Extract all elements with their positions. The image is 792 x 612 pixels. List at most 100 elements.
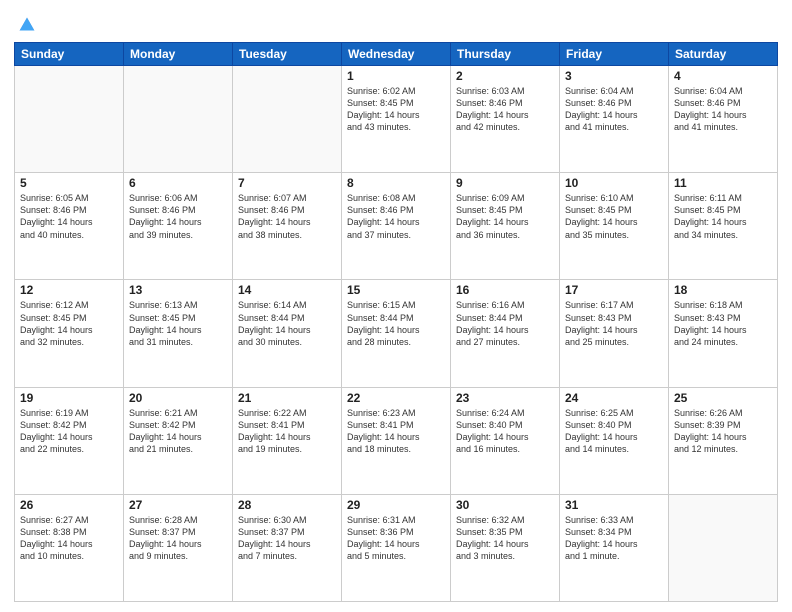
- day-number: 14: [238, 283, 336, 297]
- calendar-header-row: Sunday Monday Tuesday Wednesday Thursday…: [15, 43, 778, 66]
- table-row: [124, 66, 233, 173]
- col-saturday: Saturday: [669, 43, 778, 66]
- day-number: 7: [238, 176, 336, 190]
- table-row: 21Sunrise: 6:22 AM Sunset: 8:41 PM Dayli…: [233, 387, 342, 494]
- table-row: 7 Sunrise: 6:07 AM Sunset: 8:46 PM Daylig…: [233, 173, 342, 280]
- day-number: 3: [565, 69, 663, 83]
- day-number: 4: [674, 69, 772, 83]
- day-info: Sunrise: 6:19 AM Sunset: 8:42 PM Dayligh…: [20, 407, 118, 456]
- day-info: Sunrise: 6:30 AM Sunset: 8:37 PM Dayligh…: [238, 514, 336, 563]
- col-thursday: Thursday: [451, 43, 560, 66]
- table-row: 30 Sunrise: 6:32 AM Sunset: 8:35 PM Dayli…: [451, 494, 560, 601]
- table-row: 25 Sunrise: 6:26 AM Sunset: 8:39 PM Dayli…: [669, 387, 778, 494]
- calendar-week-row: 19 Sunrise: 6:19 AM Sunset: 8:42 PM Dayli…: [15, 387, 778, 494]
- day-number: 5: [20, 176, 118, 190]
- day-number: 26: [20, 498, 118, 512]
- day-info: Sunrise: 6:16 AM Sunset: 8:44 PM Dayligh…: [456, 299, 554, 348]
- day-info: Sunrise: 6:04 AM Sunset: 8:46 PM Dayligh…: [565, 85, 663, 134]
- day-info: Sunrise: 6:08 AM Sunset: 8:46 PM Dayligh…: [347, 192, 445, 241]
- table-row: 2 Sunrise: 6:03 AM Sunset: 8:46 PM Daylig…: [451, 66, 560, 173]
- col-wednesday: Wednesday: [342, 43, 451, 66]
- day-info: Sunrise: 6:15 AM Sunset: 8:44 PM Dayligh…: [347, 299, 445, 348]
- logo: [14, 14, 38, 36]
- day-number: 17: [565, 283, 663, 297]
- table-row: 4Sunrise: 6:04 AM Sunset: 8:46 PM Daylig…: [669, 66, 778, 173]
- header: [14, 10, 778, 36]
- calendar-table: Sunday Monday Tuesday Wednesday Thursday…: [14, 42, 778, 602]
- day-number: 6: [129, 176, 227, 190]
- day-info: Sunrise: 6:25 AM Sunset: 8:40 PM Dayligh…: [565, 407, 663, 456]
- table-row: 8 Sunrise: 6:08 AM Sunset: 8:46 PM Daylig…: [342, 173, 451, 280]
- day-number: 31: [565, 498, 663, 512]
- col-sunday: Sunday: [15, 43, 124, 66]
- day-number: 28: [238, 498, 336, 512]
- table-row: 26 Sunrise: 6:27 AM Sunset: 8:38 PM Dayli…: [15, 494, 124, 601]
- table-row: 5Sunrise: 6:05 AM Sunset: 8:46 PM Daylig…: [15, 173, 124, 280]
- table-row: 1Sunrise: 6:02 AM Sunset: 8:45 PM Daylig…: [342, 66, 451, 173]
- day-number: 16: [456, 283, 554, 297]
- day-number: 18: [674, 283, 772, 297]
- table-row: [233, 66, 342, 173]
- logo-icon: [16, 14, 38, 36]
- table-row: 3 Sunrise: 6:04 AM Sunset: 8:46 PM Daylig…: [560, 66, 669, 173]
- table-row: 18 Sunrise: 6:18 AM Sunset: 8:43 PM Dayli…: [669, 280, 778, 387]
- day-info: Sunrise: 6:17 AM Sunset: 8:43 PM Dayligh…: [565, 299, 663, 348]
- col-friday: Friday: [560, 43, 669, 66]
- day-number: 15: [347, 283, 445, 297]
- table-row: 6 Sunrise: 6:06 AM Sunset: 8:46 PM Daylig…: [124, 173, 233, 280]
- calendar-week-row: 1Sunrise: 6:02 AM Sunset: 8:45 PM Daylig…: [15, 66, 778, 173]
- day-number: 23: [456, 391, 554, 405]
- day-info: Sunrise: 6:07 AM Sunset: 8:46 PM Dayligh…: [238, 192, 336, 241]
- day-number: 12: [20, 283, 118, 297]
- day-info: Sunrise: 6:06 AM Sunset: 8:46 PM Dayligh…: [129, 192, 227, 241]
- day-info: Sunrise: 6:09 AM Sunset: 8:45 PM Dayligh…: [456, 192, 554, 241]
- calendar-week-row: 12 Sunrise: 6:12 AM Sunset: 8:45 PM Dayli…: [15, 280, 778, 387]
- day-info: Sunrise: 6:23 AM Sunset: 8:41 PM Dayligh…: [347, 407, 445, 456]
- day-number: 8: [347, 176, 445, 190]
- day-info: Sunrise: 6:28 AM Sunset: 8:37 PM Dayligh…: [129, 514, 227, 563]
- day-info: Sunrise: 6:27 AM Sunset: 8:38 PM Dayligh…: [20, 514, 118, 563]
- day-info: Sunrise: 6:02 AM Sunset: 8:45 PM Dayligh…: [347, 85, 445, 134]
- day-number: 22: [347, 391, 445, 405]
- day-info: Sunrise: 6:22 AM Sunset: 8:41 PM Dayligh…: [238, 407, 336, 456]
- day-number: 29: [347, 498, 445, 512]
- day-number: 19: [20, 391, 118, 405]
- day-number: 20: [129, 391, 227, 405]
- day-number: 24: [565, 391, 663, 405]
- day-info: Sunrise: 6:21 AM Sunset: 8:42 PM Dayligh…: [129, 407, 227, 456]
- table-row: 29 Sunrise: 6:31 AM Sunset: 8:36 PM Dayli…: [342, 494, 451, 601]
- table-row: [15, 66, 124, 173]
- day-info: Sunrise: 6:12 AM Sunset: 8:45 PM Dayligh…: [20, 299, 118, 348]
- table-row: 10Sunrise: 6:10 AM Sunset: 8:45 PM Dayli…: [560, 173, 669, 280]
- table-row: 15 Sunrise: 6:15 AM Sunset: 8:44 PM Dayli…: [342, 280, 451, 387]
- table-row: 27 Sunrise: 6:28 AM Sunset: 8:37 PM Dayli…: [124, 494, 233, 601]
- day-info: Sunrise: 6:32 AM Sunset: 8:35 PM Dayligh…: [456, 514, 554, 563]
- calendar-week-row: 5Sunrise: 6:05 AM Sunset: 8:46 PM Daylig…: [15, 173, 778, 280]
- day-number: 2: [456, 69, 554, 83]
- day-number: 30: [456, 498, 554, 512]
- table-row: 19 Sunrise: 6:19 AM Sunset: 8:42 PM Dayli…: [15, 387, 124, 494]
- day-info: Sunrise: 6:03 AM Sunset: 8:46 PM Dayligh…: [456, 85, 554, 134]
- table-row: 17 Sunrise: 6:17 AM Sunset: 8:43 PM Dayli…: [560, 280, 669, 387]
- day-number: 25: [674, 391, 772, 405]
- day-info: Sunrise: 6:18 AM Sunset: 8:43 PM Dayligh…: [674, 299, 772, 348]
- calendar-week-row: 26 Sunrise: 6:27 AM Sunset: 8:38 PM Dayli…: [15, 494, 778, 601]
- table-row: 11Sunrise: 6:11 AM Sunset: 8:45 PM Dayli…: [669, 173, 778, 280]
- day-info: Sunrise: 6:33 AM Sunset: 8:34 PM Dayligh…: [565, 514, 663, 563]
- table-row: 9 Sunrise: 6:09 AM Sunset: 8:45 PM Daylig…: [451, 173, 560, 280]
- day-info: Sunrise: 6:31 AM Sunset: 8:36 PM Dayligh…: [347, 514, 445, 563]
- day-number: 13: [129, 283, 227, 297]
- day-number: 10: [565, 176, 663, 190]
- table-row: 31 Sunrise: 6:33 AM Sunset: 8:34 PM Dayli…: [560, 494, 669, 601]
- page: Sunday Monday Tuesday Wednesday Thursday…: [0, 0, 792, 612]
- table-row: 13 Sunrise: 6:13 AM Sunset: 8:45 PM Dayli…: [124, 280, 233, 387]
- day-info: Sunrise: 6:26 AM Sunset: 8:39 PM Dayligh…: [674, 407, 772, 456]
- day-info: Sunrise: 6:13 AM Sunset: 8:45 PM Dayligh…: [129, 299, 227, 348]
- day-info: Sunrise: 6:14 AM Sunset: 8:44 PM Dayligh…: [238, 299, 336, 348]
- table-row: [669, 494, 778, 601]
- day-info: Sunrise: 6:11 AM Sunset: 8:45 PM Dayligh…: [674, 192, 772, 241]
- day-number: 27: [129, 498, 227, 512]
- day-number: 9: [456, 176, 554, 190]
- table-row: 28 Sunrise: 6:30 AM Sunset: 8:37 PM Dayli…: [233, 494, 342, 601]
- table-row: 24 Sunrise: 6:25 AM Sunset: 8:40 PM Dayli…: [560, 387, 669, 494]
